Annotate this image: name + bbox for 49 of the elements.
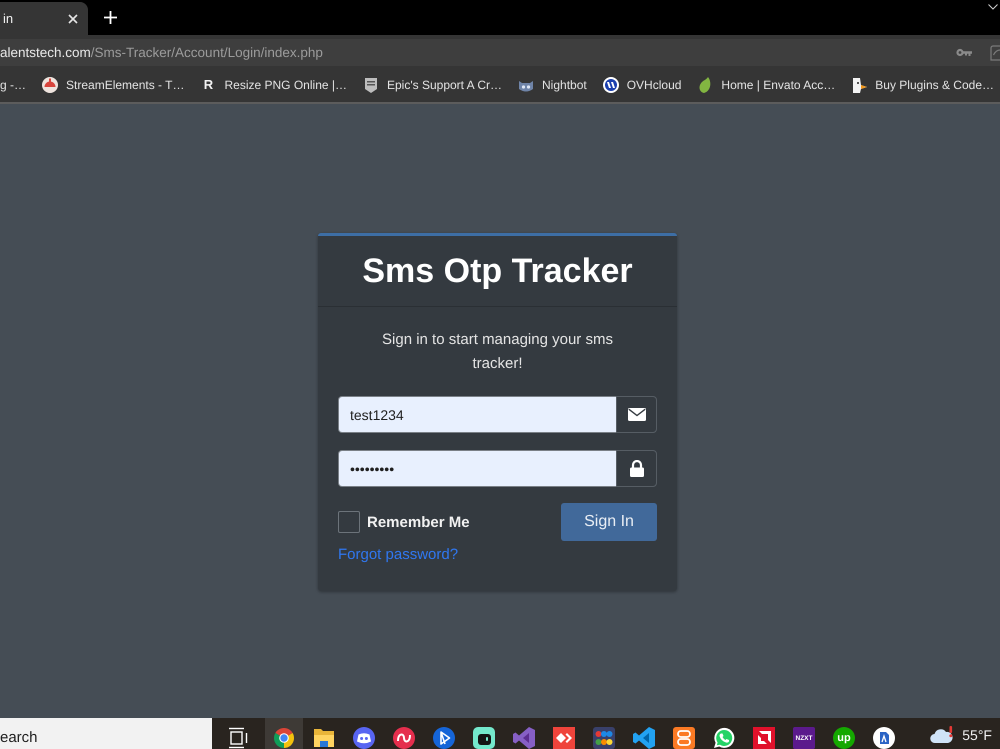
bookmark[interactable]: g -…	[0, 78, 26, 92]
bird-head-icon	[851, 76, 868, 92]
bookmark[interactable]: Nightbot	[518, 76, 587, 92]
diamond-logo-icon[interactable]	[553, 727, 575, 749]
cloud-alert-icon[interactable]	[930, 726, 954, 744]
login-subtitle: Sign in to start managing your sms tracker!	[381, 330, 614, 374]
striped-circle-icon	[602, 76, 619, 92]
knot-logo-icon[interactable]	[673, 727, 695, 749]
checkbox[interactable]	[338, 511, 360, 533]
circle-logo-icon[interactable]	[873, 727, 895, 749]
sign-in-button[interactable]: Sign In	[561, 503, 657, 541]
dome-logo-icon	[42, 76, 58, 92]
robot-head-icon[interactable]	[473, 727, 495, 749]
bookmark[interactable]: R Resize PNG Online |…	[200, 76, 347, 92]
chevron-down-icon[interactable]	[988, 4, 998, 10]
phone-bubble-icon[interactable]	[713, 727, 735, 749]
bookmark[interactable]: OVHcloud	[602, 76, 682, 92]
bookmark[interactable]: Buy Plugins & Code…	[851, 76, 994, 92]
ribbon-logo-icon[interactable]	[633, 727, 655, 749]
letter-favicon: R	[202, 76, 214, 92]
triangle-logo-icon[interactable]	[433, 727, 455, 749]
ribbon-logo-icon[interactable]	[513, 727, 535, 749]
loop-logo-icon[interactable]	[393, 727, 415, 749]
key-icon[interactable]	[956, 48, 972, 57]
color-wheel-icon[interactable]	[265, 718, 303, 749]
frame-outline-icon[interactable]	[990, 44, 1000, 60]
bookmark[interactable]: Epic's Support A Cr…	[363, 76, 502, 92]
controller-face-icon[interactable]	[353, 727, 375, 749]
shield-icon	[363, 76, 379, 92]
bookmark[interactable]: StreamElements - T…	[42, 76, 184, 92]
dot-grid-icon[interactable]	[593, 727, 615, 749]
checkbox-label: Remember Me	[367, 514, 470, 530]
url-text: alentstech.com/Sms-Tracker/Account/Login/index.php	[0, 45, 324, 60]
leaf-icon	[697, 76, 714, 92]
close-icon[interactable]	[68, 14, 78, 24]
lock-icon	[630, 460, 644, 477]
corner-logo-icon[interactable]	[753, 727, 775, 749]
temperature-text: 55°F	[962, 726, 992, 742]
address-bar[interactable]: alentstech.com/Sms-Tracker/Account/Login/index.php	[0, 39, 1000, 66]
username-field[interactable]: test1234	[338, 396, 616, 433]
envelope-icon	[628, 408, 646, 421]
card-title: Sms Otp Tracker	[362, 252, 633, 290]
bookmark[interactable]: Home | Envato Acc…	[697, 76, 836, 92]
search-field[interactable]: earch	[0, 718, 212, 749]
plus-icon[interactable]	[104, 11, 117, 24]
task-view-icon[interactable]	[227, 727, 249, 749]
browser-tab[interactable]: in	[0, 2, 88, 35]
folder-icon[interactable]	[313, 727, 335, 749]
password-field[interactable]: •••••••••	[338, 450, 616, 487]
